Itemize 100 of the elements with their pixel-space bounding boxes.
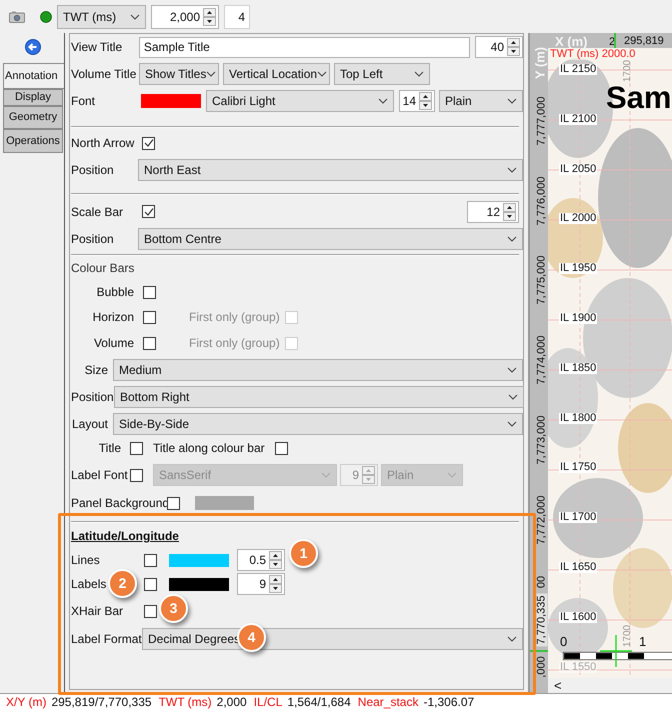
chevron-icon — [317, 71, 328, 77]
field-label: Lines — [71, 552, 100, 569]
tab[interactable]: Geometry — [3, 106, 63, 129]
colour-swatch[interactable] — [141, 94, 201, 108]
chevron-icon — [507, 421, 517, 427]
tab[interactable]: Annotation — [3, 63, 64, 89]
number-spinner[interactable]: 0.5 — [237, 549, 285, 571]
inline-label: IL 1700 — [559, 512, 598, 524]
status-dot-icon — [40, 10, 52, 22]
checkbox[interactable] — [142, 136, 155, 150]
spin-arrows-icon[interactable] — [269, 551, 282, 569]
callout-number: 3 — [159, 594, 188, 623]
checkbox[interactable] — [130, 442, 143, 454]
status-label: TWT (ms) — [158, 694, 212, 710]
inline-label: IL 1550 — [559, 662, 598, 673]
chevron-icon — [508, 394, 518, 400]
dropdown[interactable]: Vertical Location — [223, 63, 330, 85]
section-heading: Latitude/Longitude — [71, 528, 179, 545]
axis-tick-label: 00 — [536, 576, 548, 588]
field-label: View Title — [71, 39, 124, 56]
number-spinner[interactable]: 9 — [237, 573, 285, 595]
spin-arrows-icon[interactable] — [203, 8, 216, 26]
dropdown[interactable]: Top Left — [334, 63, 430, 85]
field-label: XHair Bar — [71, 603, 124, 620]
crossline-label: 1700 — [623, 624, 633, 648]
field-label: Panel Background — [71, 495, 167, 512]
text-field[interactable]: Sample Title — [138, 36, 470, 58]
field-label: Volume — [92, 335, 134, 352]
status-value: 2,000 — [216, 694, 247, 710]
check-icon — [144, 206, 154, 216]
number-spinner[interactable]: 2,000 — [151, 4, 219, 28]
number-spinner[interactable]: 40 — [475, 36, 523, 58]
checkbox[interactable] — [274, 442, 288, 454]
checkbox[interactable] — [142, 205, 155, 218]
checkbox[interactable] — [143, 286, 156, 298]
colour-swatch[interactable] — [169, 578, 229, 590]
axis-tick-label: 7,773,000 — [536, 415, 548, 464]
field-label: Bubble — [96, 284, 134, 301]
field-label: Position — [71, 162, 115, 179]
field-label: Layout — [71, 416, 108, 433]
camera-icon[interactable] — [9, 10, 25, 22]
number-spinner[interactable]: 14 — [399, 90, 435, 112]
dropdown[interactable]: Medium — [113, 359, 523, 381]
dropdown[interactable]: Bottom Centre — [138, 228, 523, 250]
field-label: Title along colour bar — [153, 440, 265, 457]
field-label: First only (group) — [189, 309, 281, 326]
dropdown[interactable]: TWT (ms) — [57, 4, 146, 28]
field-label: Horizon — [92, 309, 134, 326]
dropdown[interactable]: Bottom Right — [114, 386, 524, 408]
spin-arrows-icon[interactable] — [507, 38, 520, 56]
checkbox[interactable] — [167, 496, 180, 510]
callout-number: 2 — [108, 569, 137, 598]
callout-number: 1 — [289, 539, 318, 568]
back-icon[interactable] — [25, 39, 41, 55]
axis-tick-label: 7,774,000 — [536, 336, 548, 385]
chevron-icon — [321, 472, 331, 478]
inline-label: IL 1850 — [559, 362, 598, 374]
inline-label: IL 1800 — [559, 412, 598, 424]
spin-arrows-icon[interactable] — [269, 575, 282, 593]
spin-arrows-icon[interactable] — [419, 92, 432, 110]
chevron-icon — [507, 636, 517, 642]
number-spinner[interactable]: 12 — [467, 200, 519, 222]
dropdown[interactable]: Plain — [439, 90, 523, 112]
dropdown[interactable]: Show Titles — [139, 63, 219, 85]
axis-tick-label: 7,776,000 — [536, 176, 548, 226]
field-label: Labels — [71, 576, 106, 593]
colour-swatch[interactable] — [169, 554, 229, 566]
axis-tick-label: 7,772,000 — [536, 495, 548, 544]
step-field[interactable]: 4 — [224, 4, 250, 28]
checkbox[interactable] — [144, 578, 157, 590]
field-label: North Arrow — [71, 135, 136, 152]
time-label: TWT (ms) 2000.0 — [550, 49, 636, 60]
dropdown[interactable]: Calibri Light — [206, 90, 394, 112]
spin-arrows-icon[interactable] — [503, 202, 516, 220]
colour-swatch[interactable] — [195, 496, 254, 510]
checkbox[interactable] — [143, 310, 156, 324]
crossline-label: 1700 — [623, 60, 633, 82]
checkbox[interactable] — [144, 554, 157, 566]
cursor-value: 7,770,335 — [536, 594, 548, 646]
callout-number: 4 — [237, 623, 266, 652]
dropdown[interactable]: North East — [138, 159, 523, 181]
dropdown[interactable]: Side-By-Side — [113, 413, 523, 435]
axis-tick-label: 7,775,000 — [536, 256, 548, 305]
map-title: Sam — [606, 82, 672, 113]
inline-label: IL 2100 — [559, 114, 598, 125]
status-label: Near_stack — [358, 694, 418, 710]
inline-label: IL 1600 — [559, 612, 598, 623]
cursor-value: 295,819 — [624, 36, 664, 47]
scroll-left-button[interactable]: < — [554, 679, 562, 692]
field-label: Scale Bar — [71, 204, 124, 220]
checkbox[interactable] — [144, 604, 157, 618]
chevron-icon — [507, 236, 517, 242]
checkbox[interactable] — [143, 336, 156, 350]
inline-label: IL 2050 — [559, 164, 598, 175]
tab[interactable]: Operations — [3, 129, 63, 153]
scale-label: 1 — [639, 635, 646, 648]
chevron-icon — [378, 98, 388, 104]
chevron-icon — [507, 167, 517, 173]
inline-label: IL 2150 — [559, 64, 598, 75]
tab[interactable]: Display — [3, 89, 63, 106]
